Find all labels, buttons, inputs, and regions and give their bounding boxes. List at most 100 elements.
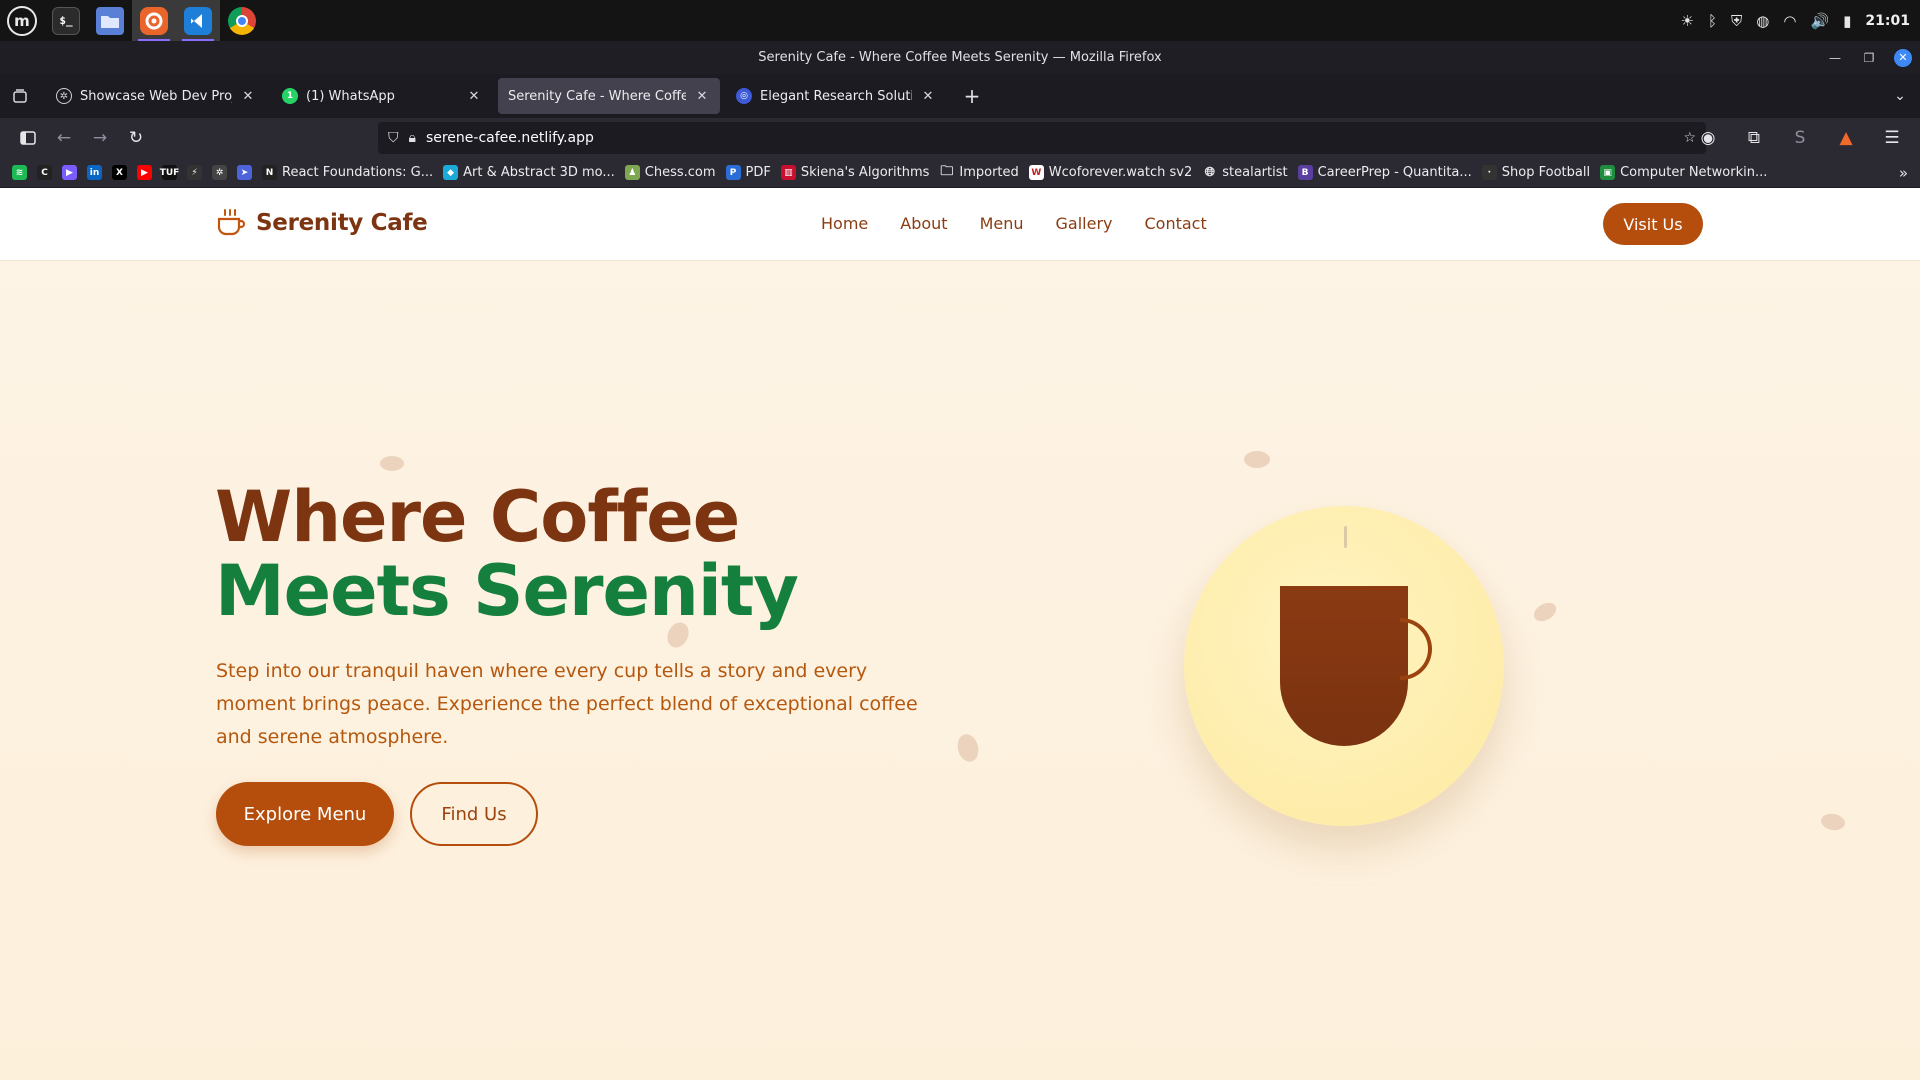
firefox-launcher[interactable] bbox=[132, 0, 176, 41]
hero-title-line2: Meets Serenity bbox=[215, 550, 799, 632]
decorative-bean bbox=[954, 731, 982, 765]
bookmark-item[interactable]: C bbox=[37, 165, 52, 180]
nav-link-menu[interactable]: Menu bbox=[980, 214, 1024, 233]
brand-name: Serenity Cafe bbox=[256, 210, 428, 236]
bookmark-item[interactable]: 🌐︎ stealartist bbox=[1202, 165, 1288, 180]
bluetooth-icon[interactable]: ᛒ bbox=[1708, 12, 1717, 30]
extension-s-icon[interactable]: S bbox=[1782, 122, 1818, 154]
battery-icon[interactable]: ▮ bbox=[1843, 12, 1851, 30]
bookmark-label: React Foundations: G... bbox=[282, 165, 434, 180]
bookmark-item[interactable]: ⚡ bbox=[187, 165, 202, 180]
pdf-icon: P bbox=[725, 165, 741, 180]
tab-title: (1) WhatsApp bbox=[306, 88, 395, 104]
files-launcher[interactable] bbox=[88, 0, 132, 41]
bookmark-item[interactable]: ▶ bbox=[62, 165, 77, 180]
visit-us-button[interactable]: Visit Us bbox=[1603, 203, 1703, 245]
bookmark-item[interactable]: P PDF bbox=[725, 165, 771, 180]
close-tab-icon[interactable]: ✕ bbox=[694, 89, 710, 104]
list-all-tabs-icon[interactable]: ⌄ bbox=[1880, 88, 1920, 104]
url-bar[interactable]: ⛉ 🔒︎ serene-cafee.netlify.app ☆ bbox=[378, 122, 1706, 154]
bookmark-label: Skiena's Algorithms bbox=[800, 165, 930, 180]
bookmark-item[interactable]: · Shop Football bbox=[1481, 165, 1591, 180]
reload-icon[interactable]: ↻ bbox=[118, 122, 154, 154]
system-panel: m $_ ☀ ᛒ ⛨ ◍ ◠ 🔊 ▮ 21:01 bbox=[0, 0, 1920, 41]
sidebar-toggle-icon[interactable] bbox=[10, 122, 46, 154]
bookmark-item[interactable]: in bbox=[87, 165, 102, 180]
bookmark-item[interactable]: TUF bbox=[160, 165, 179, 180]
tab-showcase[interactable]: ✲ Showcase Web Dev Projects ✕ bbox=[46, 78, 266, 114]
bookmark-label: Wcoforever.watch sv2 bbox=[1048, 165, 1193, 180]
bookmark-item[interactable]: ✲ bbox=[212, 165, 227, 180]
restore-icon[interactable]: ❐ bbox=[1860, 49, 1878, 67]
hero-title-line1: Where Coffee bbox=[215, 476, 740, 558]
bookmark-item[interactable]: B CareerPrep - Quantita... bbox=[1297, 165, 1472, 180]
bookmark-item[interactable]: ▶ bbox=[137, 165, 152, 180]
site-brand[interactable]: Serenity Cafe bbox=[216, 208, 428, 238]
bookmark-item[interactable]: W Wcoforever.watch sv2 bbox=[1028, 165, 1193, 180]
back-icon[interactable]: ← bbox=[46, 122, 82, 154]
wifi-icon[interactable]: ◠ bbox=[1783, 12, 1796, 30]
bookmark-item[interactable]: ◆ Art & Abstract 3D mo... bbox=[443, 165, 615, 180]
nav-link-about[interactable]: About bbox=[900, 214, 947, 233]
tab-title: Showcase Web Dev Projects bbox=[80, 88, 232, 104]
extension-fox-icon[interactable]: ▲ bbox=[1828, 122, 1864, 154]
bookmark-label: Shop Football bbox=[1501, 165, 1591, 180]
volume-icon[interactable]: 🔊 bbox=[1810, 12, 1829, 30]
menu-icon[interactable]: ☰ bbox=[1874, 122, 1910, 154]
bookmark-item[interactable]: ▣ Computer Networkin... bbox=[1600, 165, 1767, 180]
bookmark-item[interactable]: ≋ bbox=[12, 165, 27, 180]
bookmark-item[interactable]: ▥ Skiena's Algorithms bbox=[780, 165, 930, 180]
web-page: Serenity Cafe Home About Menu Gallery Co… bbox=[0, 188, 1920, 1080]
chrome-icon bbox=[228, 6, 256, 35]
classroom-icon: ▣ bbox=[1600, 165, 1616, 180]
new-tab-button[interactable]: + bbox=[954, 78, 990, 114]
tab-elegant-research[interactable]: ◎ Elegant Research Solution ✕ bbox=[726, 78, 946, 114]
close-tab-icon[interactable]: ✕ bbox=[920, 89, 936, 104]
clock[interactable]: 21:01 bbox=[1865, 13, 1910, 29]
nav-link-gallery[interactable]: Gallery bbox=[1056, 214, 1113, 233]
explore-menu-button[interactable]: Explore Menu bbox=[216, 782, 394, 846]
tracking-shield-icon[interactable]: ⛉ bbox=[388, 130, 399, 146]
bookmark-label: PDF bbox=[745, 165, 771, 180]
pawn-icon: ♟ bbox=[624, 165, 640, 180]
url-text[interactable]: serene-cafee.netlify.app bbox=[426, 130, 1673, 146]
close-tab-icon[interactable]: ✕ bbox=[466, 89, 482, 104]
shop-icon: · bbox=[1481, 165, 1497, 180]
bookmark-item[interactable]: X bbox=[112, 165, 127, 180]
openai-icon: ✲ bbox=[212, 165, 227, 180]
spotify-icon: ≋ bbox=[12, 165, 27, 180]
terminal-launcher[interactable]: $_ bbox=[44, 0, 88, 41]
mint-logo-icon: m bbox=[7, 5, 37, 36]
vscode-launcher[interactable] bbox=[176, 0, 220, 41]
sketchfab-icon: ◆ bbox=[443, 165, 459, 180]
close-tab-icon[interactable]: ✕ bbox=[240, 89, 256, 104]
account-icon[interactable]: ◉ bbox=[1690, 122, 1726, 154]
bookmark-label: stealartist bbox=[1222, 165, 1288, 180]
bookmarks-overflow-icon[interactable]: » bbox=[1899, 164, 1908, 182]
chrome-launcher[interactable] bbox=[220, 0, 264, 41]
brightness-icon[interactable]: ☀ bbox=[1681, 12, 1694, 30]
coffee-cup-icon bbox=[216, 208, 246, 238]
find-us-button[interactable]: Find Us bbox=[410, 782, 538, 846]
bookmark-item[interactable]: ♟ Chess.com bbox=[624, 165, 716, 180]
nav-link-home[interactable]: Home bbox=[821, 214, 868, 233]
bookmark-item[interactable]: N React Foundations: G... bbox=[262, 165, 433, 180]
tab-serenity-cafe[interactable]: Serenity Cafe - Where Coffee Meets Seren… bbox=[498, 78, 720, 114]
decorative-bean bbox=[1244, 451, 1270, 468]
extensions-icon[interactable]: ⧉ bbox=[1736, 122, 1772, 154]
tab-groups-icon[interactable] bbox=[0, 74, 40, 118]
tab-whatsapp[interactable]: 1 (1) WhatsApp ✕ bbox=[272, 78, 492, 114]
bookmark-item[interactable]: ➤ bbox=[237, 165, 252, 180]
shield-icon[interactable]: ⛨ bbox=[1731, 12, 1742, 30]
nav-link-contact[interactable]: Contact bbox=[1144, 214, 1206, 233]
forward-icon[interactable]: → bbox=[82, 122, 118, 154]
bookmark-item[interactable]: 🗀 Imported bbox=[939, 163, 1018, 181]
folder-icon: 🗀 bbox=[940, 163, 954, 179]
wco-icon: W bbox=[1028, 165, 1044, 180]
close-window-icon[interactable]: ✕ bbox=[1894, 48, 1912, 67]
lock-icon[interactable]: 🔒︎ bbox=[409, 130, 416, 146]
bookmarks-toolbar: ≋ C ▶ in X ▶ TUF ⚡ ✲ ➤ N React Foundations: G... ◆ Ar… bbox=[0, 158, 1920, 188]
mint-menu-button[interactable]: m bbox=[0, 0, 44, 41]
intel-icon[interactable]: ◍ bbox=[1756, 12, 1769, 30]
minimize-icon[interactable]: — bbox=[1826, 49, 1844, 67]
